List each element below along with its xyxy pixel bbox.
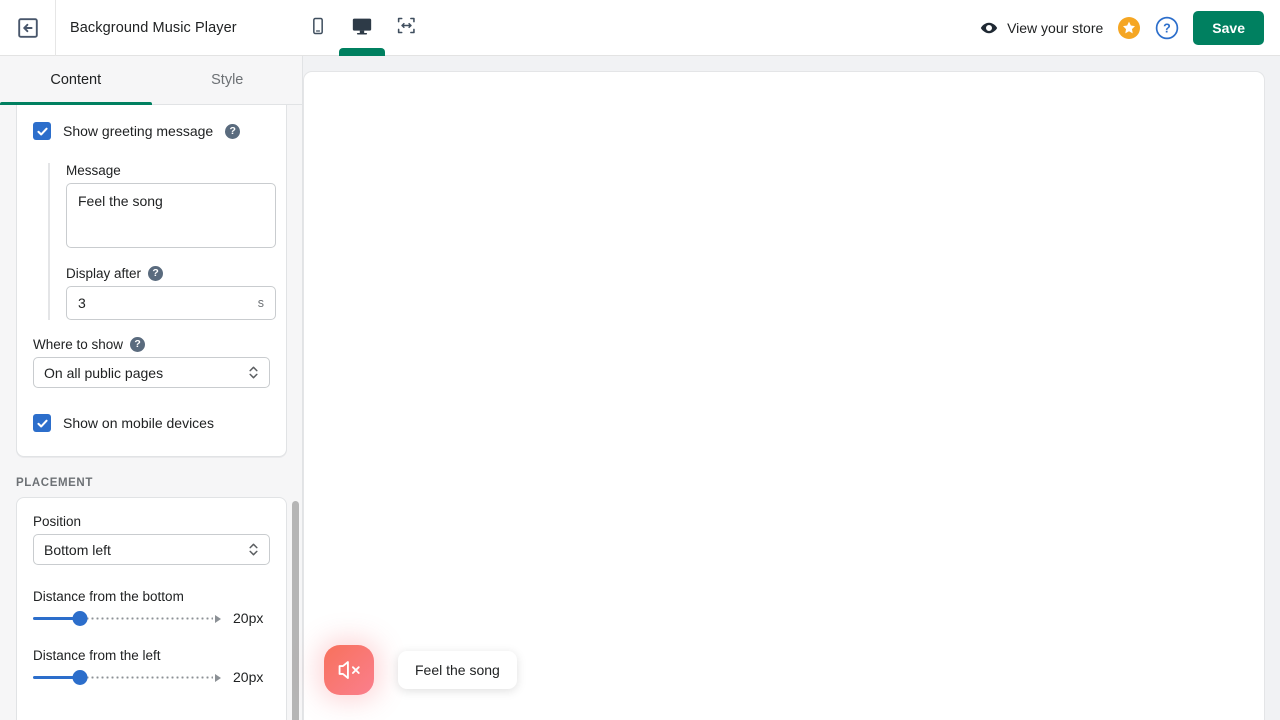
back-button[interactable] — [0, 0, 56, 56]
greeting-nested-fields: Message Feel the song Display after ? 3 … — [48, 163, 286, 320]
position-value: Bottom left — [44, 541, 111, 558]
distance-from-left-value: 20px — [233, 669, 264, 685]
slider-end-arrow-icon — [215, 614, 221, 623]
display-after-input[interactable]: 3 s — [66, 286, 276, 320]
sidebar-tabs: Content Style — [0, 56, 303, 105]
display-after-label-text: Display after — [66, 266, 142, 281]
top-bar-actions: View your store ? Save — [980, 0, 1264, 56]
greeting-message-bubble: Feel the song — [398, 651, 517, 689]
tab-style-label: Style — [211, 72, 244, 88]
settings-sidebar: Content Style Show greeting message ? Me… — [0, 56, 303, 720]
preview-area: Feel the song — [303, 56, 1280, 720]
slider-dotted-track — [80, 676, 213, 679]
slider-dotted-track — [80, 617, 213, 620]
sidebar-scrollbar-thumb[interactable] — [292, 501, 299, 720]
device-toggle-mobile[interactable] — [303, 13, 333, 43]
slider-thumb[interactable] — [72, 611, 88, 626]
display-after-value: 3 — [78, 295, 86, 311]
exit-back-icon — [16, 16, 40, 40]
greeting-settings-card: Show greeting message ? Message Feel the… — [16, 105, 287, 457]
distance-from-bottom-group: Distance from the bottom 20px — [33, 589, 270, 626]
slider-thumb[interactable] — [72, 670, 88, 685]
position-select[interactable]: Bottom left — [33, 534, 270, 565]
tab-style[interactable]: Style — [152, 56, 303, 104]
distance-from-bottom-slider[interactable] — [33, 610, 221, 626]
distance-from-bottom-label: Distance from the bottom — [33, 589, 184, 604]
distance-from-bottom-row: 20px — [33, 610, 270, 626]
distance-from-bottom-value: 20px — [233, 610, 264, 626]
display-after-field-label: Display after ? — [66, 266, 286, 281]
placement-card: Position Bottom left Distance from the b… — [16, 497, 287, 720]
expand-width-icon — [396, 15, 417, 41]
where-to-show-select[interactable]: On all public pages — [33, 357, 270, 388]
star-icon[interactable] — [1117, 16, 1141, 40]
show-on-mobile-checkbox[interactable] — [33, 414, 51, 432]
show-on-mobile-label: Show on mobile devices — [63, 415, 214, 431]
where-to-show-label: Where to show ? — [33, 337, 270, 352]
placement-section-title: PLACEMENT — [16, 477, 93, 489]
show-greeting-message-label: Show greeting message — [63, 123, 214, 139]
chevron-updown-icon — [248, 364, 259, 381]
device-preview-toggle-group — [303, 0, 421, 57]
distance-from-left-slider[interactable] — [33, 669, 221, 685]
view-your-store-label: View your store — [1007, 20, 1104, 36]
message-field-label: Message — [66, 163, 121, 178]
tab-content[interactable]: Content — [0, 56, 152, 105]
where-to-show-group: Where to show ? On all public pages — [17, 337, 286, 388]
help-icon-greeting[interactable]: ? — [225, 123, 241, 139]
show-greeting-message-row[interactable]: Show greeting message ? — [17, 114, 286, 148]
message-textarea[interactable]: Feel the song — [66, 183, 276, 248]
chevron-updown-icon — [248, 541, 259, 558]
desktop-icon — [351, 15, 373, 42]
device-toggle-desktop[interactable] — [339, 13, 385, 57]
mobile-icon — [308, 16, 328, 41]
question-circle-icon[interactable]: ? — [1155, 16, 1179, 40]
view-your-store-link[interactable]: View your store — [980, 19, 1103, 37]
slider-end-arrow-icon — [215, 673, 221, 682]
speaker-muted-icon — [336, 657, 362, 683]
device-toggle-fullwidth[interactable] — [391, 13, 421, 43]
tab-content-label: Content — [50, 72, 102, 88]
eye-icon — [980, 19, 998, 37]
sidebar-scroll-area[interactable]: Show greeting message ? Message Feel the… — [0, 105, 302, 720]
music-player-toggle-button[interactable] — [324, 645, 374, 695]
help-icon-where-to-show[interactable]: ? — [130, 337, 146, 352]
store-preview-frame: Feel the song — [303, 71, 1265, 720]
distance-from-left-row: 20px — [33, 669, 270, 685]
save-button[interactable]: Save — [1193, 11, 1264, 45]
show-greeting-message-checkbox[interactable] — [33, 122, 51, 140]
distance-from-left-group: Distance from the left 20px — [33, 648, 270, 685]
where-to-show-value: On all public pages — [44, 364, 164, 381]
help-icon-display-after[interactable]: ? — [148, 266, 164, 281]
position-label: Position — [33, 514, 82, 529]
where-to-show-label-text: Where to show — [33, 337, 124, 352]
app-title: Background Music Player — [70, 19, 237, 36]
music-player-widget: Feel the song — [324, 645, 517, 695]
distance-from-left-label: Distance from the left — [33, 648, 161, 663]
show-on-mobile-row[interactable]: Show on mobile devices — [17, 406, 286, 440]
svg-text:?: ? — [1163, 22, 1171, 36]
display-after-suffix: s — [257, 296, 264, 310]
top-bar: Background Music Player View your store … — [0, 0, 1280, 57]
